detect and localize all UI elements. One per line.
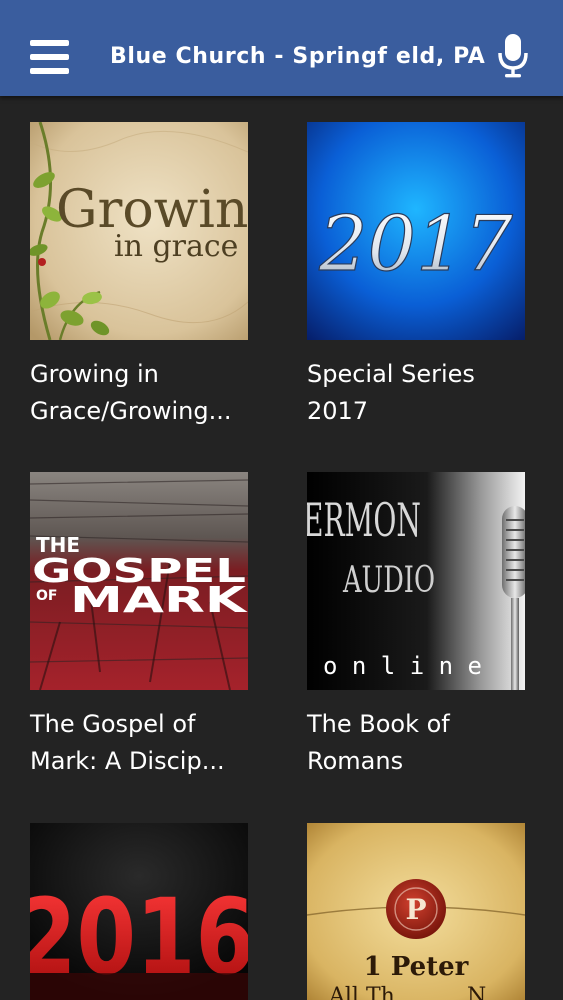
series-card-1-peter[interactable]: P 1 Peter All Th N (307, 823, 525, 1000)
hamburger-menu-icon[interactable] (30, 40, 70, 74)
series-thumbnail: P 1 Peter All Th N (307, 823, 525, 1000)
series-card-gospel-of-mark[interactable]: THE GOSPEL OF MARK The Gospel of Mark: A… (30, 472, 248, 780)
series-thumbnail: 2016 (30, 823, 248, 1000)
series-title: Special Series 2017 (307, 360, 475, 425)
series-card-2016[interactable]: 2016 (30, 823, 248, 1000)
series-title: Growing in Grace/Growing... (30, 360, 232, 425)
series-thumbnail: THE GOSPEL OF MARK (30, 472, 248, 690)
art-text: N (467, 984, 486, 1000)
art-text: in grace (114, 229, 238, 264)
microphone-icon[interactable] (496, 32, 530, 78)
series-thumbnail: Growin in grace (30, 122, 248, 340)
series-title: The Gospel of Mark: A Discip... (30, 710, 225, 775)
art-text: OF (36, 588, 57, 604)
series-card-book-of-romans[interactable]: ERMON AUDIO o n l i n e The Book of Roma… (307, 472, 525, 780)
series-card-special-series-2017[interactable]: 2017 Special Series 2017 (307, 122, 525, 430)
series-card-growing-in-grace[interactable]: Growin in grace Growing in Grace/Growing… (30, 122, 248, 430)
art-text: All Th (328, 984, 395, 1000)
art-text: MARK (70, 580, 248, 621)
art-text: 1 Peter (364, 952, 469, 982)
art-year: 2017 (318, 199, 513, 288)
series-title: The Book of Romans (307, 710, 450, 775)
series-thumbnail: 2017 (307, 122, 525, 340)
art-text: AUDIO (342, 560, 435, 601)
art-text: ERMON (307, 493, 421, 547)
app-screen: Blue Church - Springf eld, PA Growin in … (0, 0, 563, 1000)
series-thumbnail: ERMON AUDIO o n l i n e (307, 472, 525, 690)
art-text: P (405, 893, 426, 926)
church-name-title: Blue Church - Springf eld, PA (110, 44, 486, 69)
art-text: o n l i n e (323, 652, 482, 680)
top-app-bar: Blue Church - Springf eld, PA (0, 0, 563, 96)
